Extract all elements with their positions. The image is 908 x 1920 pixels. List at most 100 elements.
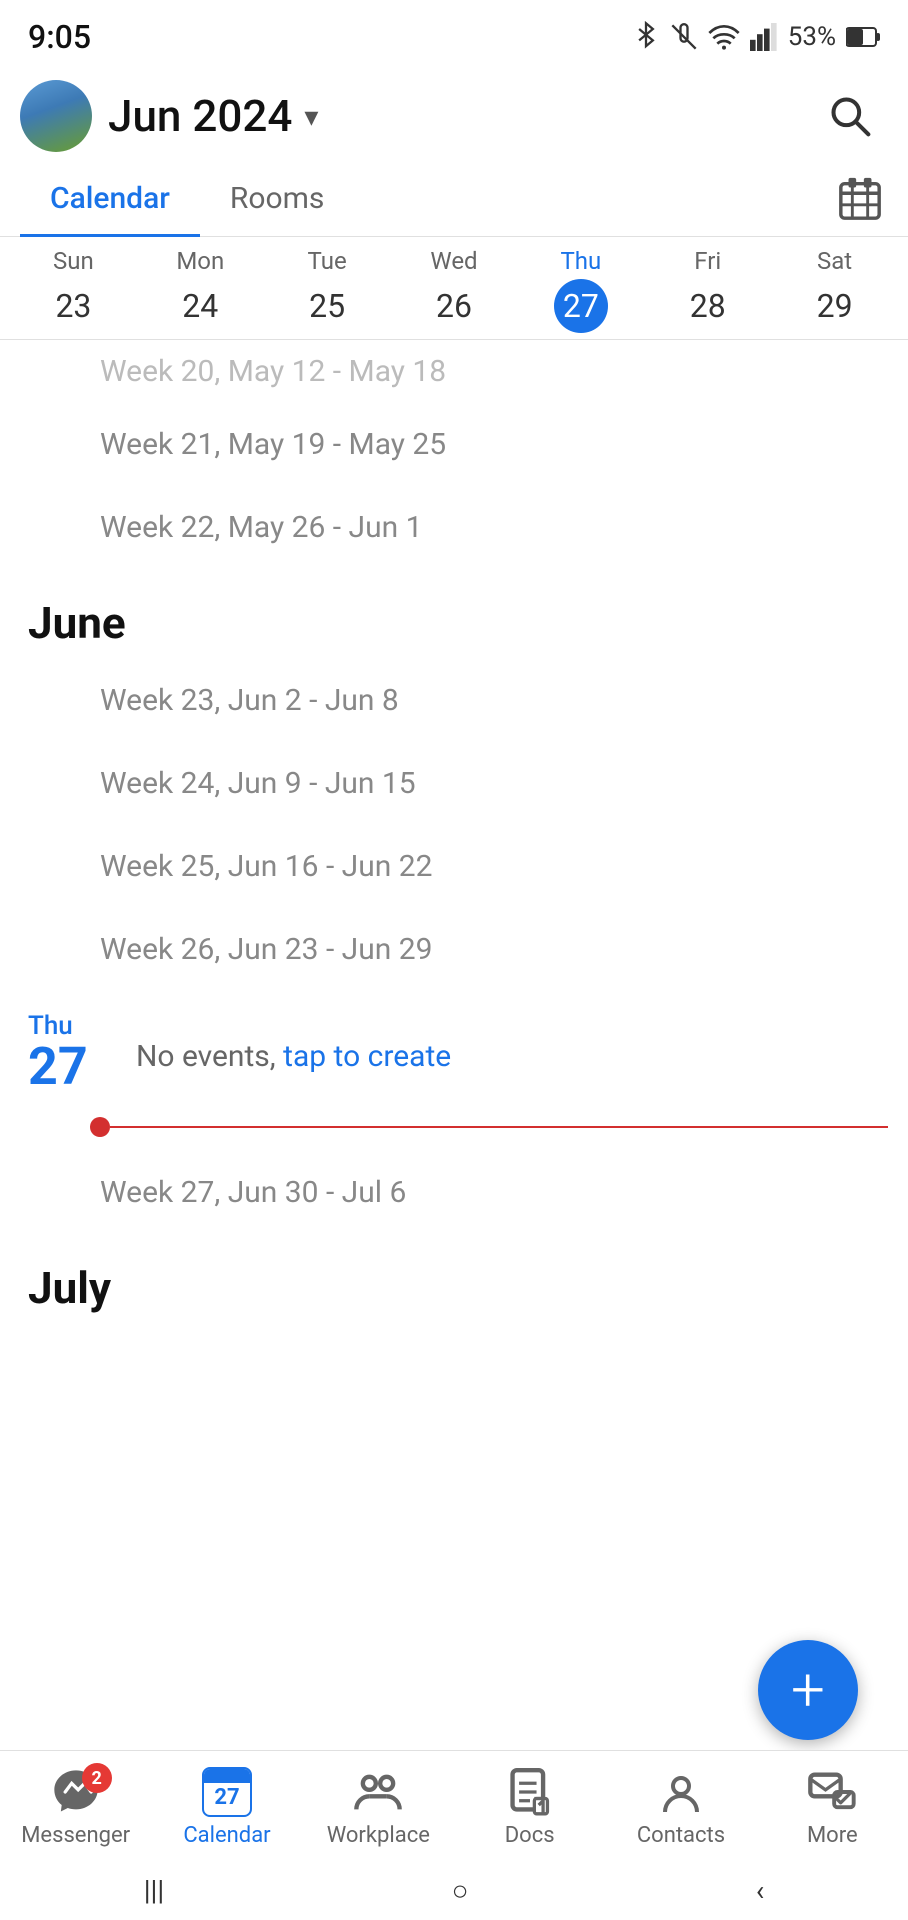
workplace-icon-wrap xyxy=(348,1767,408,1817)
week-23-label: Week 23, Jun 2 - Jun 8 xyxy=(100,683,399,718)
day-header-row: Sun 23 Mon 24 Tue 25 Wed 26 Thu 27 Fri 2… xyxy=(0,237,908,339)
status-time: 9:05 xyxy=(28,18,91,56)
nav-item-more[interactable]: More xyxy=(772,1767,892,1848)
tab-rooms[interactable]: Rooms xyxy=(200,163,355,237)
day-num-23: 23 xyxy=(46,279,100,333)
week-21-label: Week 21, May 19 - May 25 xyxy=(100,427,446,462)
day-num-25: 25 xyxy=(300,279,354,333)
day-name-mon: Mon xyxy=(176,247,224,275)
time-dot xyxy=(90,1117,110,1137)
battery-icon xyxy=(846,26,880,48)
day-name-wed: Wed xyxy=(430,247,477,275)
day-mon[interactable]: Mon 24 xyxy=(137,247,264,333)
fab-plus-icon: + xyxy=(791,1660,825,1720)
nav-item-docs[interactable]: Docs xyxy=(470,1767,590,1848)
system-nav: ||| ○ ‹ xyxy=(0,1860,908,1920)
messenger-badge: 2 xyxy=(82,1763,112,1793)
tabs-left: Calendar Rooms xyxy=(20,162,354,236)
contacts-icon-wrap xyxy=(651,1767,711,1817)
week-item-26[interactable]: Week 26, Jun 23 - Jun 29 xyxy=(0,908,908,991)
docs-icon xyxy=(508,1768,552,1816)
current-time-indicator xyxy=(0,1107,908,1147)
week-26-label: Week 26, Jun 23 - Jun 29 xyxy=(100,932,433,967)
day-wed[interactable]: Wed 26 xyxy=(391,247,518,333)
docs-icon-wrap xyxy=(500,1767,560,1817)
day-name-tue: Tue xyxy=(308,247,347,275)
cal-icon-num: 27 xyxy=(214,1783,239,1810)
search-button[interactable] xyxy=(820,86,880,146)
nav-item-calendar[interactable]: 27 Calendar xyxy=(167,1767,287,1848)
time-line xyxy=(110,1126,888,1128)
june-header: June xyxy=(0,569,908,659)
week-item-22[interactable]: Week 22, May 26 - Jun 1 xyxy=(0,486,908,569)
nav-item-workplace[interactable]: Workplace xyxy=(318,1767,438,1848)
day-tue[interactable]: Tue 25 xyxy=(264,247,391,333)
bottom-nav: 2 Messenger 27 Calendar Workplace xyxy=(0,1750,908,1860)
day-fri[interactable]: Fri 28 xyxy=(644,247,771,333)
week-item-27[interactable]: Week 27, Jun 30 - Jul 6 xyxy=(0,1151,908,1234)
day-num-28: 28 xyxy=(681,279,735,333)
week-item-21[interactable]: Week 21, May 19 - May 25 xyxy=(0,403,908,486)
workplace-icon xyxy=(352,1768,404,1816)
header-title[interactable]: Jun 2024 ▾ xyxy=(108,90,318,142)
grid-calendar-icon xyxy=(837,176,883,222)
tap-to-create-link[interactable]: tap to create xyxy=(283,1039,451,1074)
calendar-icon-wrap: 27 xyxy=(197,1767,257,1817)
more-icon-wrap xyxy=(802,1767,862,1817)
july-header: July xyxy=(0,1234,908,1324)
week-item-partial[interactable]: Week 20, May 12 - May 18 xyxy=(0,340,908,403)
calendar-label: Calendar xyxy=(183,1823,270,1848)
calendar-icon: 27 xyxy=(202,1767,252,1817)
avatar[interactable] xyxy=(20,80,92,152)
month-year-label: Jun 2024 xyxy=(108,90,292,142)
day-name-sun: Sun xyxy=(53,247,94,275)
week-25-label: Week 25, Jun 16 - Jun 22 xyxy=(100,849,433,884)
header: Jun 2024 ▾ xyxy=(0,66,908,162)
day-sat[interactable]: Sat 29 xyxy=(771,247,898,333)
dropdown-arrow-icon[interactable]: ▾ xyxy=(304,100,318,133)
tab-calendar[interactable]: Calendar xyxy=(20,163,200,237)
no-events-text: No events, xyxy=(136,1039,283,1074)
today-day-num: 27 xyxy=(28,1041,88,1093)
june-label: June xyxy=(28,597,126,649)
header-left: Jun 2024 ▾ xyxy=(20,80,318,152)
recent-apps-button[interactable]: ||| xyxy=(144,1874,165,1907)
today-events-area: No events, tap to create xyxy=(136,1011,451,1074)
status-icons: 53% xyxy=(632,21,880,53)
battery-percent: 53% xyxy=(788,22,836,52)
day-name-sat: Sat xyxy=(817,247,852,275)
week-27-label: Week 27, Jun 30 - Jul 6 xyxy=(100,1175,406,1210)
back-button[interactable]: ‹ xyxy=(756,1874,764,1907)
search-icon xyxy=(828,94,872,138)
week-item-25[interactable]: Week 25, Jun 16 - Jun 22 xyxy=(0,825,908,908)
day-num-24: 24 xyxy=(173,279,227,333)
signal-icon xyxy=(750,23,778,51)
more-icon xyxy=(806,1768,858,1816)
partial-week-label: Week 20, May 12 - May 18 xyxy=(100,354,446,389)
home-button[interactable]: ○ xyxy=(452,1874,469,1907)
mute-icon xyxy=(670,21,698,53)
day-thu[interactable]: Thu 27 xyxy=(517,247,644,333)
day-sun[interactable]: Sun 23 xyxy=(10,247,137,333)
nav-item-contacts[interactable]: Contacts xyxy=(621,1767,741,1848)
day-name-thu: Thu xyxy=(560,247,601,275)
day-num-29: 29 xyxy=(808,279,862,333)
week-item-24[interactable]: Week 24, Jun 9 - Jun 15 xyxy=(0,742,908,825)
add-event-fab[interactable]: + xyxy=(758,1640,858,1740)
calendar-grid-view-button[interactable] xyxy=(832,171,888,227)
contacts-label: Contacts xyxy=(637,1823,725,1848)
week-22-label: Week 22, May 26 - Jun 1 xyxy=(100,510,422,545)
status-bar: 9:05 53% xyxy=(0,0,908,66)
day-num-27: 27 xyxy=(554,279,608,333)
nav-item-messenger[interactable]: 2 Messenger xyxy=(16,1767,136,1848)
week-item-23[interactable]: Week 23, Jun 2 - Jun 8 xyxy=(0,659,908,742)
messenger-label: Messenger xyxy=(21,1823,130,1848)
contacts-icon xyxy=(659,1768,703,1816)
week-24-label: Week 24, Jun 9 - Jun 15 xyxy=(100,766,416,801)
cal-icon-header xyxy=(204,1769,250,1783)
today-date-left: Thu 27 xyxy=(28,1011,108,1093)
more-label: More xyxy=(807,1823,858,1848)
messenger-icon-wrap: 2 xyxy=(46,1767,106,1817)
july-label: July xyxy=(28,1262,111,1314)
day-name-fri: Fri xyxy=(694,247,721,275)
